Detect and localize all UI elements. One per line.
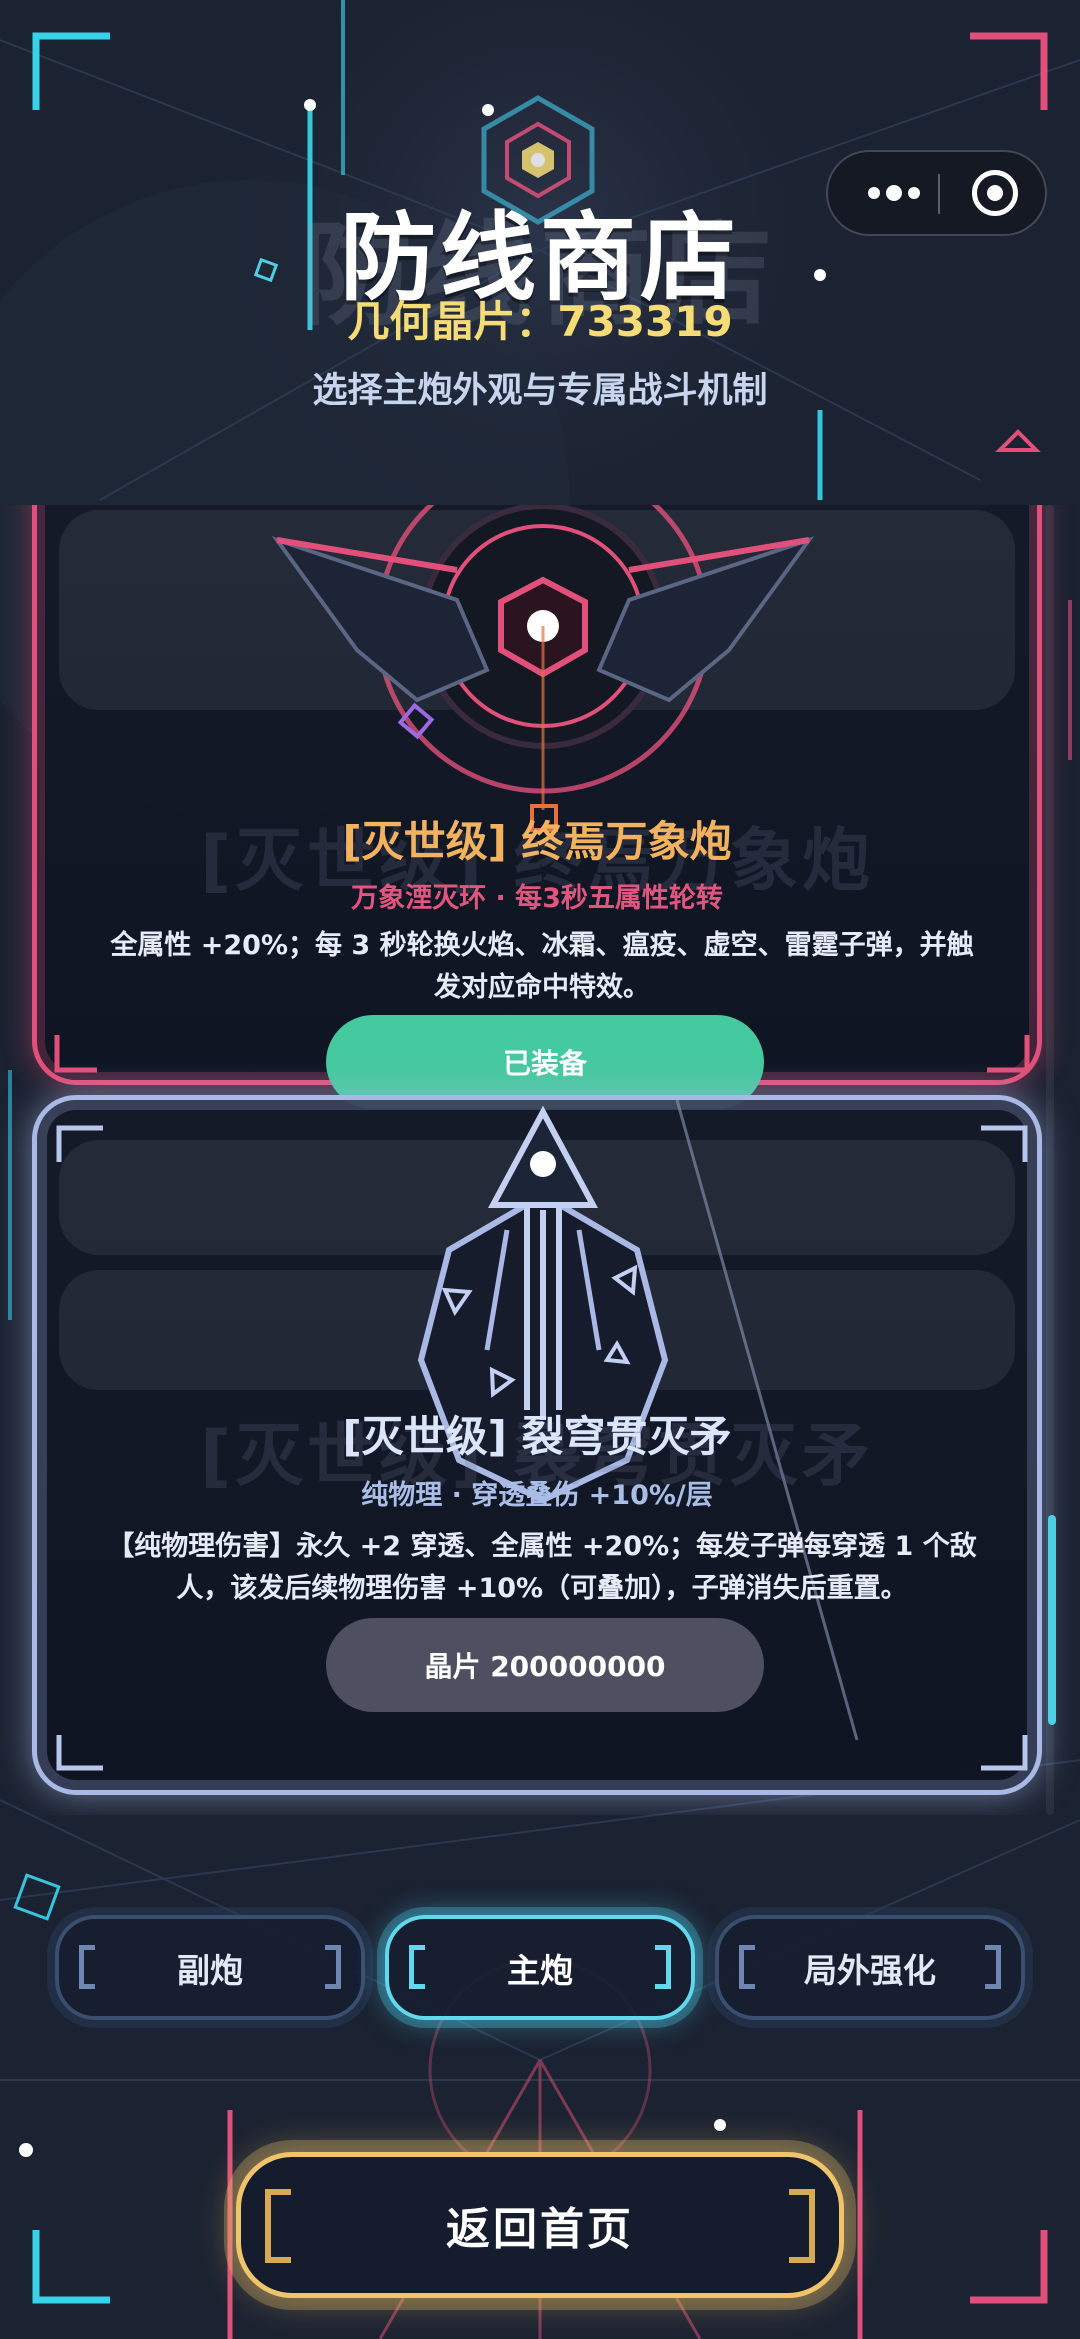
shop-item-list[interactable]: [灭世级] 终焉万象炮 [灭世级] 终焉万象炮 万象湮灭环 · 每3秒五属性轮转… xyxy=(0,505,1080,1815)
shop-header: 防线商店 防线商店 几何晶片：733319 选择主炮外观与专属战斗机制 xyxy=(0,0,1080,505)
mini-program-capsule xyxy=(826,150,1047,236)
item-description: 【纯物理伤害】永久 +2 穿透、全属性 +20%；每发子弹每穿透 1 个敌人，该… xyxy=(107,1531,977,1604)
tab-bracket-right xyxy=(325,1945,341,1989)
tab-main-cannon[interactable]: 主炮 xyxy=(385,1915,695,2020)
tab-bracket-right xyxy=(985,1945,1001,1989)
buy-price-button[interactable]: 晶片 200000000 xyxy=(326,1618,764,1712)
scrollbar-thumb[interactable] xyxy=(1048,1515,1056,1725)
item-subtitle: 万象湮灭环 · 每3秒五属性轮转 xyxy=(351,883,723,914)
button-bracket-right xyxy=(789,2189,815,2263)
item-subtitle: 纯物理 · 穿透叠伤 +10%/层 xyxy=(361,1480,713,1511)
capsule-divider xyxy=(938,174,940,214)
shop-item-card: [灭世级] 裂穹贯灭矛 [灭世级] 裂穹贯灭矛 纯物理 · 穿透叠伤 +10%/… xyxy=(32,1095,1042,1795)
tab-bracket-left xyxy=(739,1945,755,1989)
more-dots-icon[interactable] xyxy=(856,152,932,234)
page-subtitle: 选择主炮外观与专属战斗机制 xyxy=(312,371,768,411)
tab-bracket-left xyxy=(409,1945,425,1989)
tab-label: 局外强化 xyxy=(804,1950,936,1990)
return-home-label: 返回首页 xyxy=(446,2204,634,2255)
tab-label: 主炮 xyxy=(507,1950,573,1990)
target-circle-icon[interactable] xyxy=(972,170,1018,216)
shop-item-card: [灭世级] 终焉万象炮 [灭世级] 终焉万象炮 万象湮灭环 · 每3秒五属性轮转… xyxy=(32,505,1042,1109)
tab-bracket-left xyxy=(79,1945,95,1989)
tab-label: 副炮 xyxy=(177,1950,243,1990)
item-name: [灭世级] 终焉万象炮 xyxy=(342,817,732,866)
tab-bracket-right xyxy=(655,1945,671,1989)
currency-balance: 几何晶片：733319 xyxy=(347,297,733,346)
item-name: [灭世级] 裂穹贯灭矛 xyxy=(342,1412,732,1461)
item-description: 全属性 +20%；每 3 秒轮换火焰、冰霜、瘟疫、虚空、雷霆子弹，并触发对应命中… xyxy=(110,930,974,1003)
return-home-button[interactable]: 返回首页 xyxy=(236,2152,844,2298)
tab-secondary-cannon[interactable]: 副炮 xyxy=(55,1915,365,2020)
button-bracket-left xyxy=(265,2189,291,2263)
tab-meta-upgrades[interactable]: 局外强化 xyxy=(715,1915,1025,2020)
